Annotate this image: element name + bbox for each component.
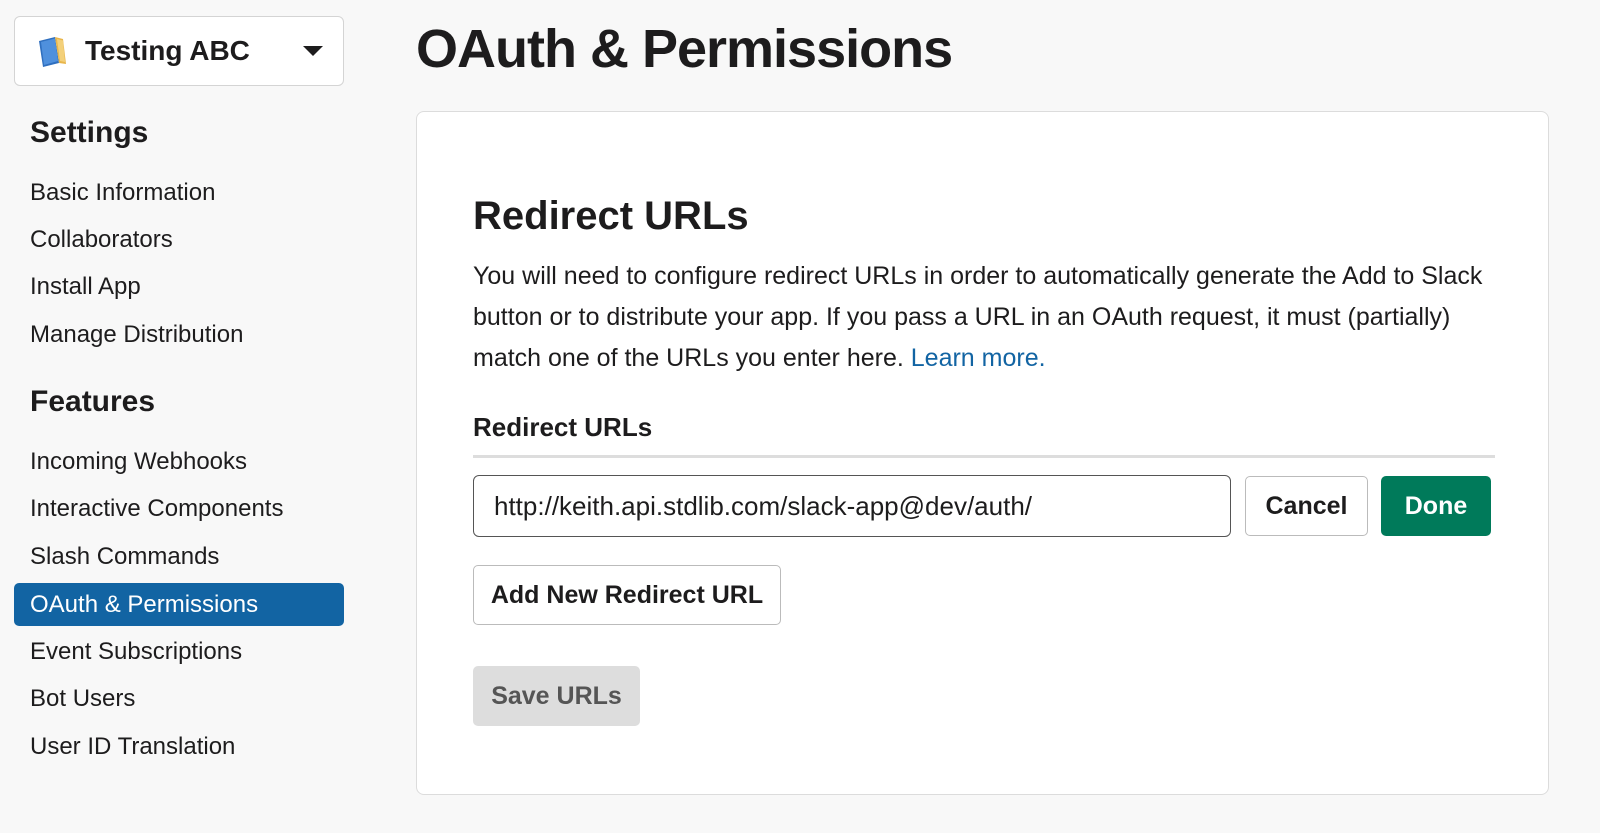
redirect-urls-field-label: Redirect URLs [473,412,653,442]
sidebar-item-user-id-translation[interactable]: User ID Translation [14,725,344,768]
sidebar-item-basic-information[interactable]: Basic Information [14,171,344,214]
save-urls-button[interactable]: Save URLs [473,666,640,726]
redirect-url-input[interactable] [473,475,1231,537]
sidebar-item-slash-commands[interactable]: Slash Commands [14,535,344,578]
learn-more-link[interactable]: Learn more. [911,344,1046,372]
redirect-urls-heading: Redirect URLs [473,194,749,238]
app-name: Testing ABC [85,35,250,66]
cancel-button[interactable]: Cancel [1245,476,1368,536]
chevron-down-icon [303,46,323,56]
sidebar-item-collaborators[interactable]: Collaborators [14,218,344,261]
sidebar: Testing ABC Settings Basic Information C… [0,0,365,833]
app-switcher[interactable]: Testing ABC [14,16,344,86]
sidebar-item-manage-distribution[interactable]: Manage Distribution [14,313,344,356]
redirect-urls-card: Redirect URLs You will need to configure… [416,111,1549,795]
sidebar-item-oauth-permissions[interactable]: OAuth & Permissions [14,583,344,626]
book-icon [33,33,69,69]
sidebar-item-event-subscriptions[interactable]: Event Subscriptions [14,630,344,673]
sidebar-item-interactive-components[interactable]: Interactive Components [14,487,344,530]
sidebar-item-incoming-webhooks[interactable]: Incoming Webhooks [14,440,344,483]
features-section-title: Features [30,385,156,418]
sidebar-item-install-app[interactable]: Install App [14,265,344,308]
settings-section-title: Settings [30,116,149,149]
done-button[interactable]: Done [1381,476,1491,536]
sidebar-item-bot-users[interactable]: Bot Users [14,677,344,720]
redirect-urls-description: You will need to configure redirect URLs… [473,256,1513,379]
add-new-redirect-url-button[interactable]: Add New Redirect URL [473,565,781,625]
page-title: OAuth & Permissions [416,19,953,79]
divider [473,455,1495,458]
